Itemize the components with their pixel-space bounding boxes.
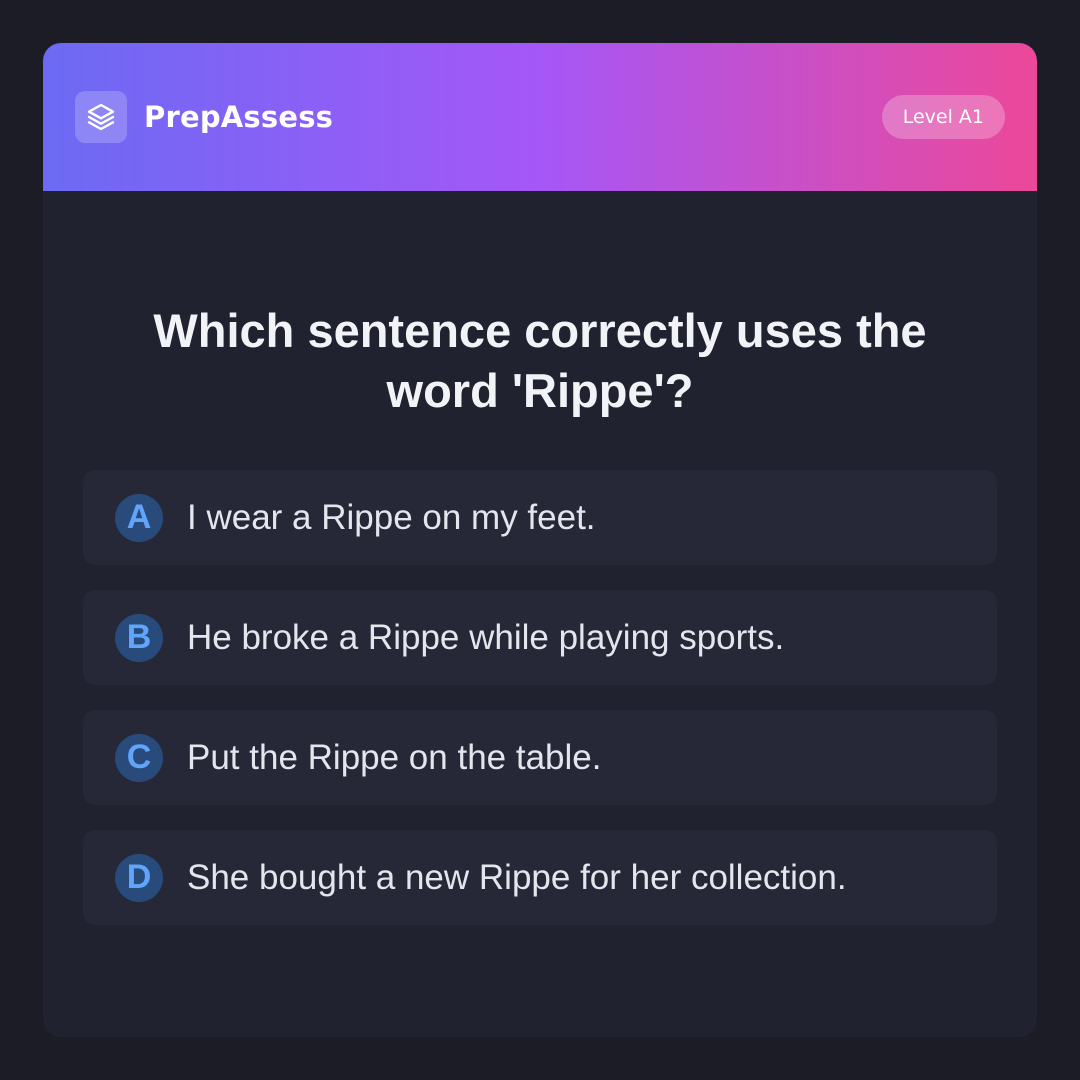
layers-icon [75,91,127,143]
option-letter-badge: D [115,853,163,902]
option-letter-badge: B [115,613,163,662]
app-name: PrepAssess [144,100,334,134]
answer-options: A I wear a Rippe on my feet. B He broke … [83,470,997,950]
option-d[interactable]: D She bought a new Rippe for her collect… [83,830,997,925]
option-letter-badge: C [115,733,163,782]
option-text: He broke a Rippe while playing sports. [187,617,785,657]
option-b[interactable]: B He broke a Rippe while playing sports. [83,590,997,685]
header-bar: PrepAssess Level A1 [43,43,1037,191]
brand: PrepAssess [75,91,333,143]
option-a[interactable]: A I wear a Rippe on my feet. [83,470,997,565]
option-c[interactable]: C Put the Rippe on the table. [83,710,997,805]
level-badge: Level A1 [881,95,1005,139]
option-text: I wear a Rippe on my feet. [187,497,596,537]
option-text: Put the Rippe on the table. [187,737,602,777]
option-text: She bought a new Rippe for her collectio… [187,857,847,897]
question-text: Which sentence correctly uses the word '… [153,304,927,417]
quiz-card: PrepAssess Level A1 Which sentence corre… [43,43,1037,1037]
option-letter-badge: A [115,493,163,542]
